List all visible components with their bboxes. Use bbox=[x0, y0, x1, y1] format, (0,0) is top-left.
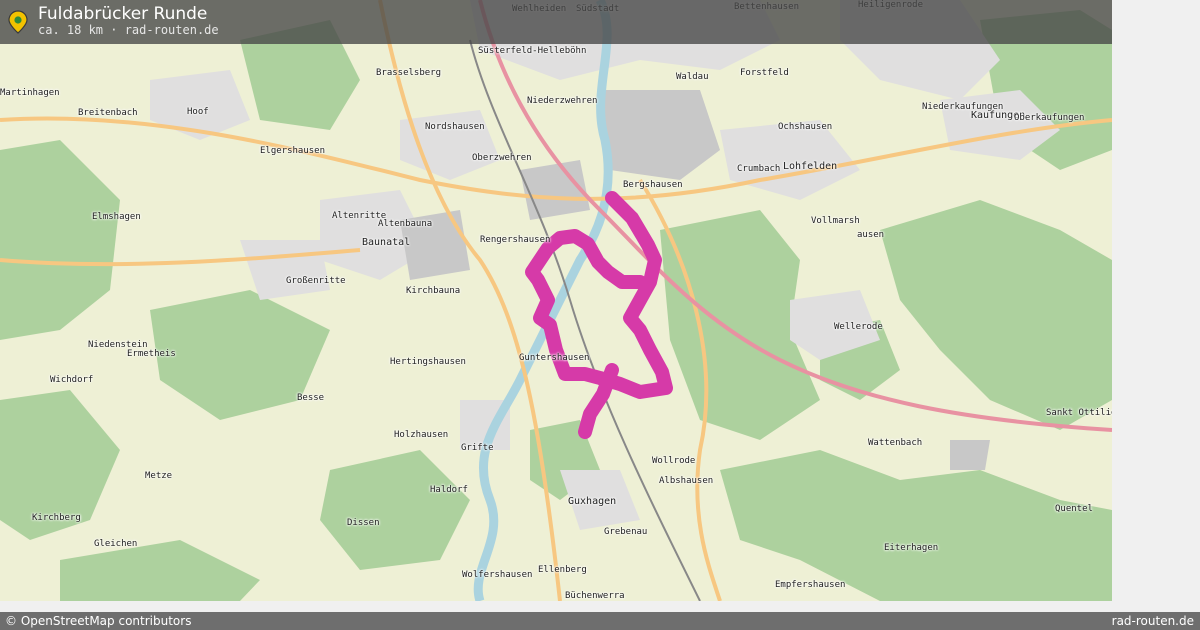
place-label: Ochshausen bbox=[778, 122, 833, 132]
place-label: Metze bbox=[145, 471, 173, 481]
place-label: Ellenberg bbox=[538, 565, 587, 575]
place-label: Elmshagen bbox=[92, 212, 141, 222]
place-label: Brasselsberg bbox=[376, 68, 442, 78]
place-label: Besse bbox=[297, 393, 325, 403]
place-label: Haldorf bbox=[430, 485, 468, 495]
place-label: Baunatal bbox=[362, 237, 411, 248]
place-label: Altenbauna bbox=[378, 219, 433, 229]
place-label: Vollmarsh bbox=[811, 216, 860, 226]
map-layer bbox=[0, 0, 1112, 601]
place-label: Grifte bbox=[461, 443, 494, 453]
place-label: Büchenwerra bbox=[565, 591, 625, 601]
place-label: Sankt Ottilien bbox=[1046, 408, 1112, 418]
place-label: Wattenbach bbox=[868, 438, 923, 448]
brand-link[interactable]: rad-routen.de bbox=[1112, 614, 1194, 628]
place-label: Martinhagen bbox=[0, 88, 60, 98]
route-title: Fuldabrücker Runde bbox=[38, 4, 208, 24]
place-label: ausen bbox=[857, 230, 885, 240]
footer-bar: © OpenStreetMap contributors rad-routen.… bbox=[0, 612, 1200, 630]
place-label: Holzhausen bbox=[394, 430, 449, 440]
place-label: Oberkaufungen bbox=[1014, 113, 1085, 123]
place-label: Lohfelden bbox=[783, 161, 838, 172]
place-label: Wolfershausen bbox=[462, 570, 533, 580]
place-label: Hoof bbox=[187, 107, 209, 117]
map-pin-icon bbox=[8, 10, 28, 34]
place-label: Nordshausen bbox=[425, 122, 485, 132]
map-canvas[interactable]: WehlheidenSüdstadtBettenhausenHeiligenro… bbox=[0, 0, 1112, 601]
place-label: Wichdorf bbox=[50, 375, 94, 385]
place-label: Forstfeld bbox=[740, 68, 789, 78]
place-label: Wollrode bbox=[652, 456, 696, 466]
place-label: Eiterhagen bbox=[884, 543, 939, 553]
place-label: Guntershausen bbox=[519, 353, 590, 363]
osm-attribution[interactable]: © OpenStreetMap contributors bbox=[5, 614, 191, 628]
place-label: Oberzwehren bbox=[472, 153, 532, 163]
place-label: Crumbach bbox=[737, 164, 781, 174]
place-label: Gleichen bbox=[94, 539, 138, 549]
place-label: Kirchberg bbox=[32, 513, 81, 523]
place-label: Quentel bbox=[1055, 504, 1093, 514]
place-label: Bergshausen bbox=[623, 180, 683, 190]
place-label: Großenritte bbox=[286, 276, 346, 286]
place-label: Empfershausen bbox=[775, 580, 846, 590]
title-bar: Fuldabrücker Runde ca. 18 km · rad-route… bbox=[0, 0, 1112, 44]
place-label: Grebenau bbox=[604, 527, 648, 537]
route-subtitle: ca. 18 km · rad-routen.de bbox=[38, 23, 219, 37]
place-label: Elgershausen bbox=[260, 146, 326, 156]
industrial-area bbox=[950, 440, 990, 470]
place-label: Rengershausen bbox=[480, 235, 551, 245]
place-label: Ermetheis bbox=[127, 349, 176, 359]
place-label: Albshausen bbox=[659, 476, 714, 486]
place-label: Niederzwehren bbox=[527, 96, 598, 106]
place-label: Waldau bbox=[676, 72, 709, 82]
place-label: Hertingshausen bbox=[390, 357, 466, 367]
place-label: Süsterfeld-Helleböhn bbox=[478, 46, 587, 56]
place-label: Breitenbach bbox=[78, 108, 138, 118]
place-label: Kirchbauna bbox=[406, 286, 461, 296]
place-label: Wellerode bbox=[834, 322, 883, 332]
place-label: Dissen bbox=[347, 518, 380, 528]
place-label: Guxhagen bbox=[568, 496, 617, 507]
